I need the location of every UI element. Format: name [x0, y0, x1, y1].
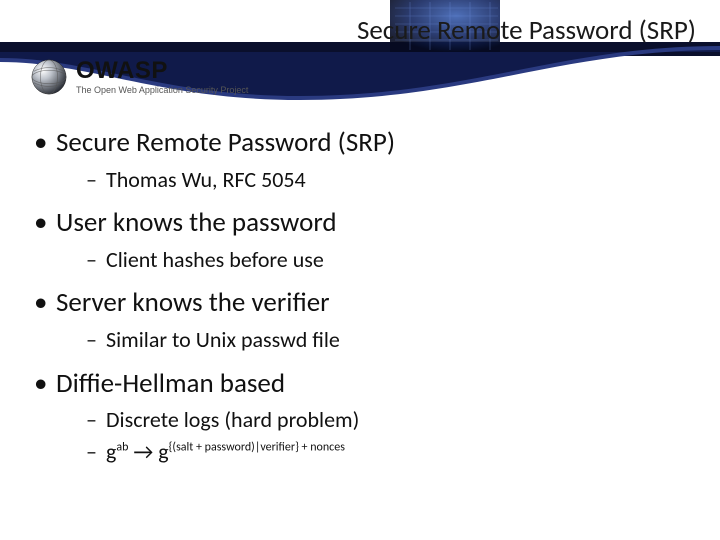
- list-item: Client hashes before use: [86, 245, 700, 275]
- bullet-text: Client hashes before use: [106, 246, 324, 273]
- slide: Secure Remote Password (SRP) OWASP: [0, 0, 720, 540]
- list-item: User knows the password Client hashes be…: [30, 206, 700, 274]
- bullet-text: Server knows the verifier: [56, 286, 330, 319]
- list-item: Discrete logs (hard problem): [86, 405, 700, 435]
- bullet-text: Secure Remote Password (SRP): [56, 126, 395, 159]
- bullet-list: Secure Remote Password (SRP) Thomas Wu, …: [30, 126, 700, 467]
- formula-g2: g: [158, 438, 168, 465]
- list-item: Diffie-Hellman based Discrete logs (hard…: [30, 367, 700, 467]
- formula-exp2: {(salt + password)|verifier} + nonces: [169, 441, 345, 455]
- bullet-text: Discrete logs (hard problem): [106, 406, 359, 433]
- list-item: Secure Remote Password (SRP) Thomas Wu, …: [30, 126, 700, 194]
- formula-exp1: ab: [116, 441, 128, 455]
- owasp-logo: OWASP The Open Web Application Security …: [30, 58, 248, 96]
- bullet-text: Similar to Unix passwd file: [106, 326, 340, 353]
- bullet-text: Thomas Wu, RFC 5054: [106, 166, 306, 193]
- formula-g1: g: [106, 438, 116, 465]
- bullet-text: Diffie-Hellman based: [56, 367, 285, 400]
- owasp-globe-icon: [30, 58, 68, 96]
- logo-name: OWASP: [76, 59, 248, 83]
- logo-text-block: OWASP The Open Web Application Security …: [76, 59, 248, 96]
- formula-arrow: →: [128, 438, 158, 465]
- list-item: Thomas Wu, RFC 5054: [86, 165, 700, 195]
- list-item: Similar to Unix passwd file: [86, 325, 700, 355]
- bullet-text: User knows the password: [56, 206, 337, 239]
- content-area: Secure Remote Password (SRP) Thomas Wu, …: [30, 126, 700, 479]
- list-item: gab → g{(salt + password)|verifier} + no…: [86, 437, 700, 467]
- logo-tagline: The Open Web Application Security Projec…: [76, 85, 248, 96]
- page-title: Secure Remote Password (SRP): [357, 14, 696, 47]
- header-band: Secure Remote Password (SRP) OWASP: [0, 0, 720, 108]
- list-item: Server knows the verifier Similar to Uni…: [30, 286, 700, 354]
- formula-text: gab → g{(salt + password)|verifier} + no…: [106, 438, 345, 465]
